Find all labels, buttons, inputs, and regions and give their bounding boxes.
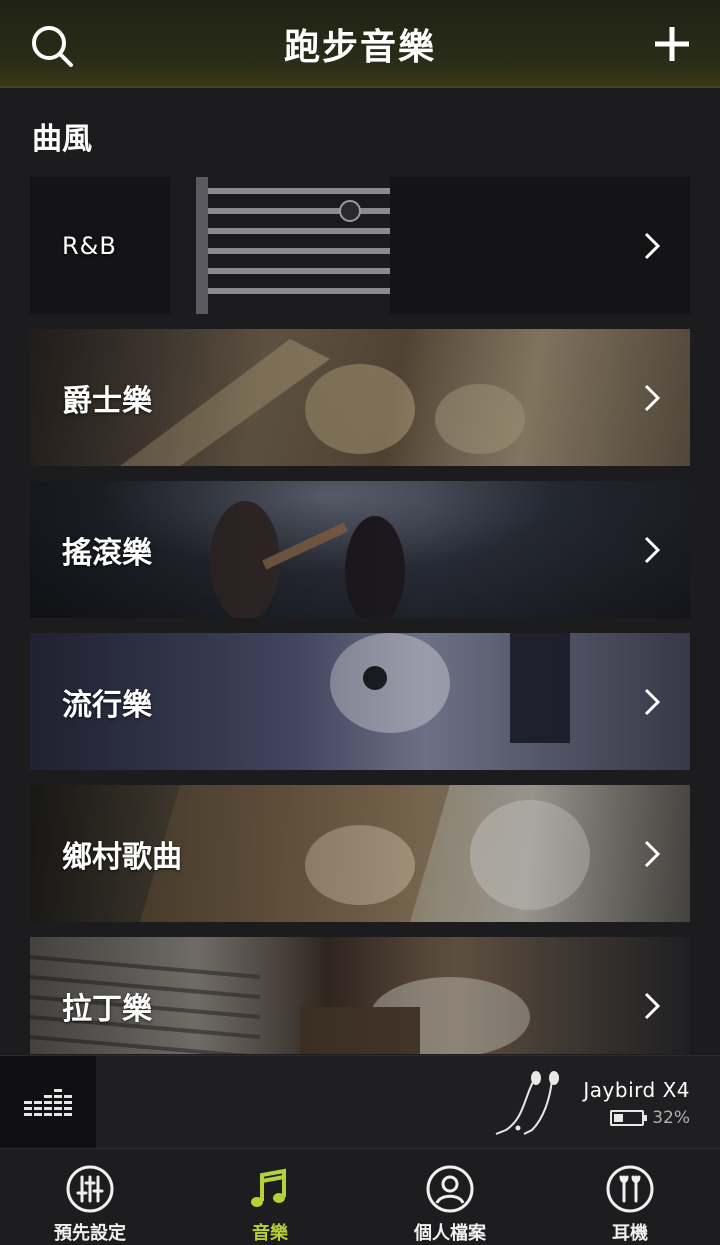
equalizer-button[interactable] (0, 1056, 96, 1149)
chevron-right-icon (644, 232, 661, 259)
add-icon[interactable] (652, 24, 692, 64)
genre-label: 鄉村歌曲 (62, 839, 182, 875)
device-bar: Jaybird X4 32% (0, 1055, 720, 1149)
chevron-right-icon (644, 384, 661, 411)
battery-icon (610, 1110, 648, 1126)
genre-label: R&B (62, 231, 117, 260)
battery-level (614, 1114, 623, 1122)
top-bar: 跑步音樂 (0, 0, 720, 88)
genre-item-rock[interactable]: 搖滾樂 (30, 481, 690, 618)
earbuds-icon (606, 1165, 654, 1213)
genre-image (30, 177, 690, 314)
device-name: Jaybird X4 (583, 1078, 690, 1102)
music-note-icon (251, 1168, 286, 1207)
genre-label: 爵士樂 (62, 383, 152, 419)
genre-item-jazz[interactable]: 爵士樂 (30, 329, 690, 466)
tab-earbuds[interactable]: 耳機 (540, 1149, 720, 1245)
tab-label: 預先設定 (54, 1223, 126, 1244)
chevron-right-icon (644, 992, 661, 1019)
genre-label: 搖滾樂 (62, 535, 152, 571)
genre-item-country[interactable]: 鄉村歌曲 (30, 785, 690, 922)
page-title: 跑步音樂 (283, 27, 436, 68)
equalizer-icon (24, 1088, 72, 1116)
earbuds-image (495, 1071, 559, 1135)
chevron-right-icon (644, 688, 661, 715)
tab-music[interactable]: 音樂 (180, 1149, 360, 1245)
battery-percent: 32% (652, 1108, 690, 1128)
microphone-image (170, 177, 390, 314)
genre-item-rnb[interactable]: R&B (30, 177, 690, 314)
tab-profile[interactable]: 個人檔案 (360, 1149, 540, 1245)
chevron-right-icon (644, 536, 661, 563)
tab-label: 音樂 (252, 1223, 288, 1244)
profile-icon (426, 1165, 474, 1213)
bottom-tab-bar: 預先設定 音樂 個人檔案 耳機 (0, 1148, 720, 1245)
tab-presets[interactable]: 預先設定 (0, 1149, 180, 1245)
tab-label: 耳機 (612, 1223, 648, 1244)
section-title: 曲風 (32, 122, 92, 157)
chevron-right-icon (644, 840, 661, 867)
genre-item-latin[interactable]: 拉丁樂 (30, 937, 690, 1054)
battery-status: 32% (610, 1108, 690, 1128)
genre-list: R&B 爵士樂 搖滾樂 流行樂 鄉村歌曲 拉丁樂 (30, 177, 690, 1054)
genre-item-pop[interactable]: 流行樂 (30, 633, 690, 770)
tab-label: 個人檔案 (414, 1223, 486, 1244)
genre-label: 流行樂 (62, 687, 152, 723)
genre-label: 拉丁樂 (62, 991, 152, 1027)
sliders-icon (66, 1165, 114, 1213)
